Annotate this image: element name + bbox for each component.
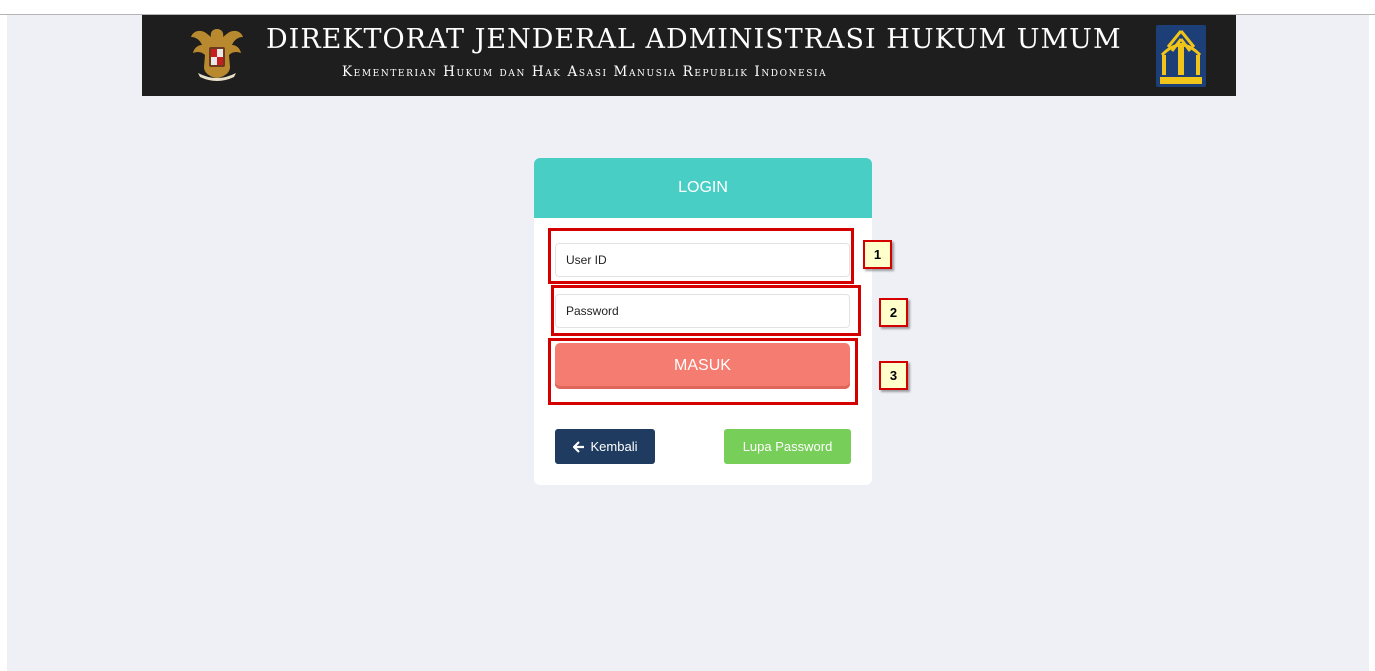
kembali-button[interactable]: Kembali — [555, 429, 655, 464]
masuk-button[interactable]: MASUK — [555, 343, 850, 389]
annotation-label-2: 2 — [879, 298, 908, 327]
lupa-password-button[interactable]: Lupa Password — [724, 429, 851, 464]
garuda-emblem-icon — [191, 29, 243, 81]
login-card: LOGIN MASUK Kembali Lupa Password — [534, 158, 872, 485]
banner-subtitle: Kementerian Hukum dan Hak Asasi Manusia … — [342, 64, 828, 80]
password-input[interactable] — [555, 294, 850, 328]
kembali-label: Kembali — [590, 439, 638, 454]
user-id-input[interactable] — [555, 243, 850, 277]
pengayoman-logo-icon — [1156, 25, 1206, 87]
banner-title: DIREKTORAT JENDERAL ADMINISTRASI HUKUM U… — [266, 24, 1122, 55]
login-header: LOGIN — [534, 158, 872, 218]
annotation-label-3: 3 — [879, 361, 908, 390]
arrow-left-icon — [572, 440, 584, 453]
annotation-label-1: 1 — [863, 240, 892, 269]
header-banner: DIREKTORAT JENDERAL ADMINISTRASI HUKUM U… — [142, 15, 1236, 96]
